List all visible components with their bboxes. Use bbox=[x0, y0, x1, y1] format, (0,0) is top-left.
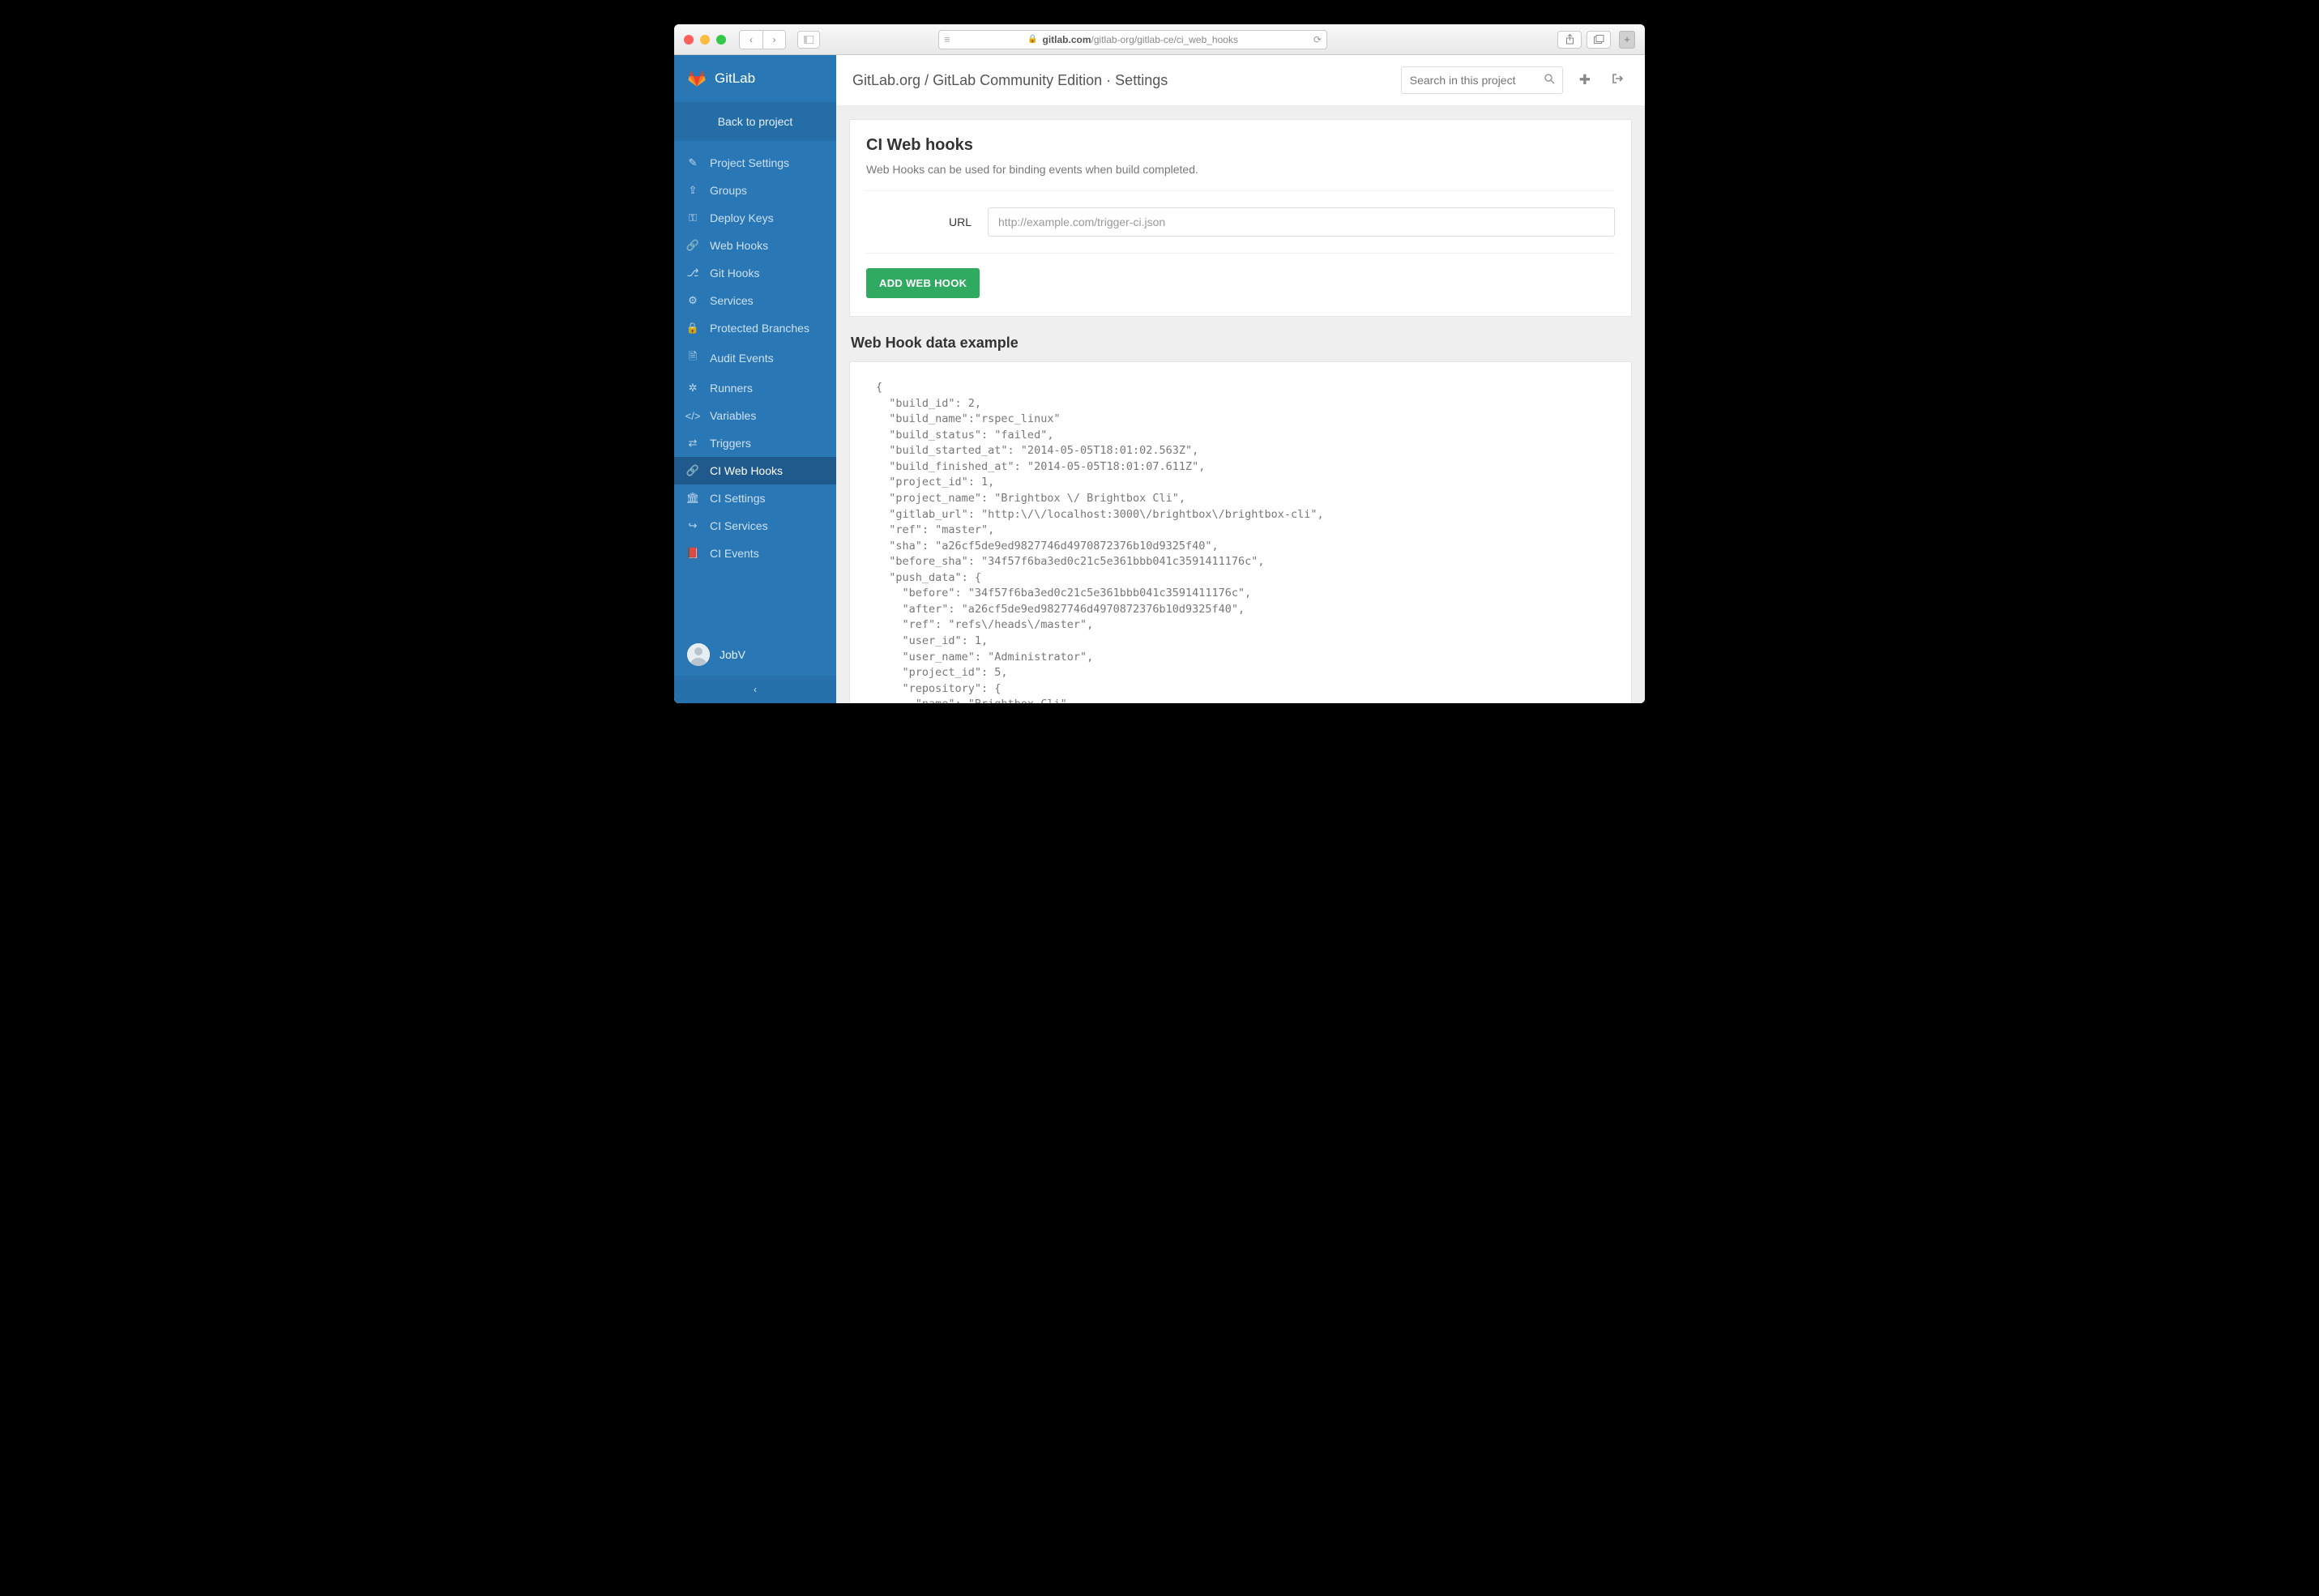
sidebar-item-ci-web-hooks[interactable]: 🔗 CI Web Hooks bbox=[674, 457, 836, 484]
sidebar-item-label: CI Web Hooks bbox=[710, 464, 783, 477]
sidebar-item-label: Variables bbox=[710, 409, 756, 422]
address-bar[interactable]: ≡ 🔒 gitlab.com/gitlab-org/gitlab-ce/ci_w… bbox=[938, 30, 1327, 49]
topbar: GitLab.org / GitLab Community Edition · … bbox=[836, 55, 1645, 106]
reader-mode-icon[interactable]: ≡ bbox=[944, 33, 950, 45]
forward-button[interactable]: › bbox=[762, 31, 785, 49]
sidebar-item-ci-events[interactable]: 📕 CI Events bbox=[674, 540, 836, 567]
sidebar-item-ci-settings[interactable]: 🏛 CI Settings bbox=[674, 484, 836, 512]
code-example: { "build_id": 2, "build_name":"rspec_lin… bbox=[849, 361, 1632, 703]
user-name: JobV bbox=[720, 648, 745, 661]
url-text: gitlab.com/gitlab-org/gitlab-ce/ci_web_h… bbox=[1043, 34, 1238, 45]
sidebar-item-label: Groups bbox=[710, 184, 747, 197]
sidebar-collapse-button[interactable]: ‹ bbox=[674, 676, 836, 703]
sidebar-item-groups[interactable]: ⇪ Groups bbox=[674, 177, 836, 204]
sidebar-item-label: Audit Events bbox=[710, 352, 774, 365]
group-icon: ⇪ bbox=[687, 184, 698, 197]
sidebar-item-variables[interactable]: </> Variables bbox=[674, 402, 836, 429]
sidebar-user[interactable]: JobV bbox=[674, 634, 836, 676]
page-title: CI Web hooks bbox=[866, 136, 1615, 155]
sidebar-toggle-button[interactable] bbox=[797, 31, 820, 49]
sidebar-item-git-hooks[interactable]: ⎇ Git Hooks bbox=[674, 259, 836, 287]
sidebar-item-deploy-keys[interactable]: ⚿ Deploy Keys bbox=[674, 204, 836, 232]
code-icon: </> bbox=[687, 410, 698, 422]
breadcrumb-org[interactable]: GitLab.org bbox=[852, 72, 920, 88]
minimize-window-button[interactable] bbox=[700, 35, 710, 45]
app-container: GitLab Back to project ✎ Project Settings… bbox=[674, 55, 1645, 703]
breadcrumb-section: Settings bbox=[1115, 72, 1168, 88]
add-web-hook-button[interactable]: ADD WEB HOOK bbox=[866, 268, 980, 298]
gitlab-logo-icon bbox=[687, 70, 707, 87]
breadcrumb-project[interactable]: GitLab Community Edition bbox=[933, 72, 1102, 88]
url-label: URL bbox=[866, 216, 972, 228]
breadcrumb: GitLab.org / GitLab Community Edition · … bbox=[852, 72, 1390, 89]
nav-buttons: ‹ › bbox=[739, 30, 786, 49]
file-icon: 🗎 bbox=[687, 349, 698, 367]
url-input[interactable] bbox=[988, 207, 1615, 237]
search-wrap bbox=[1401, 66, 1563, 94]
sidebar-item-label: Deploy Keys bbox=[710, 211, 774, 224]
cog-icon: ✲ bbox=[687, 382, 698, 395]
back-button[interactable]: ‹ bbox=[740, 31, 762, 49]
url-form-row: URL bbox=[866, 191, 1615, 254]
sidebar-item-label: Protected Branches bbox=[710, 322, 809, 335]
link-icon: 🔗 bbox=[687, 239, 698, 252]
cogs-icon: ⚙ bbox=[687, 294, 698, 307]
sidebar-item-triggers[interactable]: ⇄ Triggers bbox=[674, 429, 836, 457]
sidebar-item-label: Services bbox=[710, 294, 754, 307]
sidebar-item-ci-services[interactable]: ↪ CI Services bbox=[674, 512, 836, 540]
web-hooks-panel: CI Web hooks Web Hooks can be used for b… bbox=[849, 119, 1632, 317]
sidebar-item-label: CI Events bbox=[710, 547, 759, 560]
link-icon: 🔗 bbox=[687, 464, 698, 477]
search-input[interactable] bbox=[1401, 66, 1563, 94]
sidebar-item-project-settings[interactable]: ✎ Project Settings bbox=[674, 149, 836, 177]
main-content: GitLab.org / GitLab Community Edition · … bbox=[836, 55, 1645, 703]
example-title: Web Hook data example bbox=[851, 335, 1632, 352]
browser-window: ‹ › ≡ 🔒 gitlab.com/gitlab-org/gitlab-ce/… bbox=[674, 24, 1645, 703]
reload-icon[interactable]: ⟳ bbox=[1313, 34, 1322, 45]
key-icon: ⚿ bbox=[687, 211, 698, 224]
brand-name: GitLab bbox=[715, 70, 755, 87]
sidebar-item-services[interactable]: ⚙ Services bbox=[674, 287, 836, 314]
sidebar: GitLab Back to project ✎ Project Settings… bbox=[674, 55, 836, 703]
share-button[interactable] bbox=[1557, 31, 1582, 49]
browser-chrome: ‹ › ≡ 🔒 gitlab.com/gitlab-org/gitlab-ce/… bbox=[674, 24, 1645, 55]
share-icon: ↪ bbox=[687, 519, 698, 532]
sidebar-item-label: CI Settings bbox=[710, 492, 765, 505]
tabs-button[interactable] bbox=[1587, 31, 1611, 49]
retweet-icon: ⇄ bbox=[687, 437, 698, 450]
sidebar-item-protected-branches[interactable]: 🔒 Protected Branches bbox=[674, 314, 836, 342]
git-icon: ⎇ bbox=[687, 267, 698, 280]
lock-icon: 🔒 bbox=[1027, 35, 1037, 44]
maximize-window-button[interactable] bbox=[716, 35, 726, 45]
sidebar-item-label: Triggers bbox=[710, 437, 751, 450]
sidebar-header[interactable]: GitLab bbox=[674, 55, 836, 102]
book-icon: 📕 bbox=[687, 547, 698, 560]
back-to-project-link[interactable]: Back to project bbox=[674, 102, 836, 141]
sign-out-button[interactable] bbox=[1607, 69, 1629, 92]
sidebar-item-web-hooks[interactable]: 🔗 Web Hooks bbox=[674, 232, 836, 259]
sidebar-item-label: Project Settings bbox=[710, 156, 789, 169]
page-description: Web Hooks can be used for binding events… bbox=[866, 163, 1615, 191]
lock-icon: 🔒 bbox=[687, 322, 698, 335]
new-item-button[interactable]: ✚ bbox=[1574, 69, 1595, 92]
sidebar-item-audit-events[interactable]: 🗎 Audit Events bbox=[674, 342, 836, 374]
avatar bbox=[687, 643, 710, 666]
sidebar-item-runners[interactable]: ✲ Runners bbox=[674, 374, 836, 402]
content-area: CI Web hooks Web Hooks can be used for b… bbox=[836, 106, 1645, 703]
sidebar-item-label: Git Hooks bbox=[710, 267, 759, 280]
building-icon: 🏛 bbox=[687, 492, 698, 505]
sidebar-item-label: CI Services bbox=[710, 519, 768, 532]
close-window-button[interactable] bbox=[684, 35, 694, 45]
sidebar-item-label: Web Hooks bbox=[710, 239, 768, 252]
sidebar-item-label: Runners bbox=[710, 382, 753, 395]
edit-icon: ✎ bbox=[687, 156, 698, 169]
search-icon[interactable] bbox=[1544, 74, 1555, 87]
window-controls bbox=[684, 35, 726, 45]
new-tab-button[interactable]: + bbox=[1619, 31, 1635, 49]
